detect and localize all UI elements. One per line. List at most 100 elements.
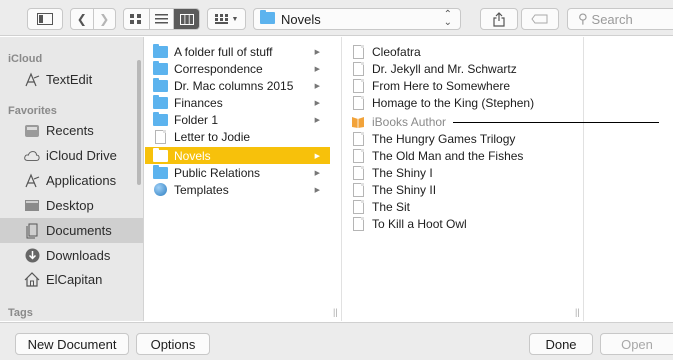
folder-icon [152,60,168,76]
list-item-label: The Old Man and the Fishes [372,148,524,163]
sidebar-header-tags: Tags [8,307,33,319]
column-resize-handle[interactable]: || [575,307,580,317]
sidebar-item-icloud-drive[interactable]: iCloud Drive [0,143,143,168]
sidebar-item-label: Recents [46,123,94,138]
list-item-label: Novels [174,148,211,163]
list-item[interactable]: Dr. Jekyll and Mr. Schwartz [343,60,583,77]
open-button[interactable]: Open [600,333,673,355]
disclosure-arrow-icon: ▶ [314,186,320,194]
document-icon [350,216,366,231]
list-item[interactable]: The Shiny I [343,164,583,181]
chevron-left-icon: ❮ [76,12,87,26]
list-item[interactable]: To Kill a Hoot Owl [343,215,583,232]
list-item[interactable]: The Sit [343,198,583,215]
list-item[interactable]: From Here to Somewhere [343,77,583,94]
list-item[interactable]: Correspondence ▶ [145,60,330,77]
list-item[interactable]: Templates ▶ [145,181,330,198]
ibooks-author-icon [350,115,366,129]
sidebar-header-icloud: iCloud [8,53,43,65]
list-item-label: From Here to Somewhere [372,78,511,93]
document-icon [350,78,366,93]
list-item[interactable]: A folder full of stuff ▶ [145,43,330,60]
folder-icon [260,9,275,27]
forward-button[interactable]: ❯ [94,9,116,29]
applications-icon [24,172,40,189]
sidebar-item-recents[interactable]: Recents [0,118,143,143]
updown-chevron-icon: ⌃ ⌄ [443,9,452,28]
column-resize-handle[interactable]: || [333,307,338,317]
list-item[interactable]: Public Relations ▶ [145,164,330,181]
home-icon [24,272,40,288]
toolbar: ❮ ❯ ▼ Novels ⌃ ⌄ ⚲ Search [0,0,673,36]
done-button[interactable]: Done [529,333,593,355]
list-item-label: Homage to the King (Stephen) [372,95,535,110]
folder-icon [152,164,168,180]
sidebar-item-label: iCloud Drive [46,148,117,163]
back-button[interactable]: ❮ [71,9,94,29]
list-item[interactable]: Finances ▶ [145,94,330,111]
column-view-icon [179,13,194,25]
chevron-right-icon: ❯ [99,12,110,26]
sidebar-item-textedit[interactable]: TextEdit [0,67,143,92]
share-button[interactable] [480,8,518,30]
arrange-button[interactable]: ▼ [207,8,246,30]
sidebar-item-documents[interactable]: Documents [0,218,143,243]
list-item[interactable]: The Hungry Games Trilogy [343,130,583,147]
list-item-label: A folder full of stuff [174,44,273,59]
tag-icon [531,14,548,24]
view-icons-button[interactable] [124,9,150,29]
document-icon [152,129,168,144]
list-item[interactable]: The Shiny II [343,181,583,198]
new-document-button[interactable]: New Document [15,333,129,355]
sidebar-toggle-button[interactable] [27,8,63,30]
list-item-label: The Shiny I [372,165,433,180]
textedit-icon [24,71,40,88]
options-button[interactable]: Options [136,333,210,355]
view-mode-control [123,8,200,30]
icon-view-icon [130,14,142,24]
list-item-label: The Hungry Games Trilogy [372,131,516,146]
downloads-icon [24,248,40,264]
list-item-label: Dr. Mac columns 2015 [174,78,294,93]
sidebar-item-desktop[interactable]: Desktop [0,193,143,218]
desktop-icon [24,198,40,214]
list-item-label: Correspondence [174,61,263,76]
list-item-label: The Sit [372,199,411,214]
list-item-label: Dr. Jekyll and Mr. Schwartz [372,61,517,76]
tag-button[interactable] [521,8,559,30]
sidebar-item-downloads[interactable]: Downloads [0,243,143,268]
disclosure-arrow-icon: ▶ [314,82,320,90]
folder-icon [152,94,168,110]
list-item-selected[interactable]: Novels ▶ [145,147,330,164]
sidebar: iCloud TextEdit Favorites Recents iCloud… [0,37,144,321]
list-item[interactable]: Homage to the King (Stephen) [343,94,583,111]
sidebar-item-label: ElCapitan [46,272,103,287]
sidebar-item-applications[interactable]: Applications [0,168,143,193]
view-columns-button[interactable] [174,9,199,29]
list-item-label: Finances [174,95,223,110]
list-item[interactable]: The Old Man and the Fishes [343,147,583,164]
sidebar-scrollbar[interactable] [137,60,141,185]
list-item-label: To Kill a Hoot Owl [372,216,467,231]
location-label: Novels [281,11,321,27]
sidebar-item-label: Applications [46,173,117,188]
location-popup[interactable]: Novels ⌃ ⌄ [253,8,461,30]
list-item[interactable]: Dr. Mac columns 2015 ▶ [145,77,330,94]
sidebar-item-label: TextEdit [46,72,93,87]
callout-line [453,122,659,123]
bottom-bar: New Document Options Done Open [0,322,673,360]
back-forward-control: ❮ ❯ [70,8,116,30]
sidebar-item-elcapitan[interactable]: ElCapitan [0,267,143,292]
sidebar-header-favorites: Favorites [8,105,57,117]
folder-icon [152,43,168,59]
sidebar-icon [37,13,53,25]
list-item[interactable]: Folder 1 ▶ [145,111,330,128]
list-item[interactable]: Cleofatra [343,43,583,60]
folder-icon [152,77,168,93]
browser-column-novels: Cleofatra Dr. Jekyll and Mr. Schwartz Fr… [343,37,584,321]
list-item[interactable]: Letter to Jodie [145,128,330,145]
search-field[interactable]: ⚲ Search [567,8,673,30]
view-list-button[interactable] [150,9,175,29]
list-item-label: Letter to Jodie [174,129,251,144]
browser-column-documents: A folder full of stuff ▶ Correspondence … [145,37,342,321]
